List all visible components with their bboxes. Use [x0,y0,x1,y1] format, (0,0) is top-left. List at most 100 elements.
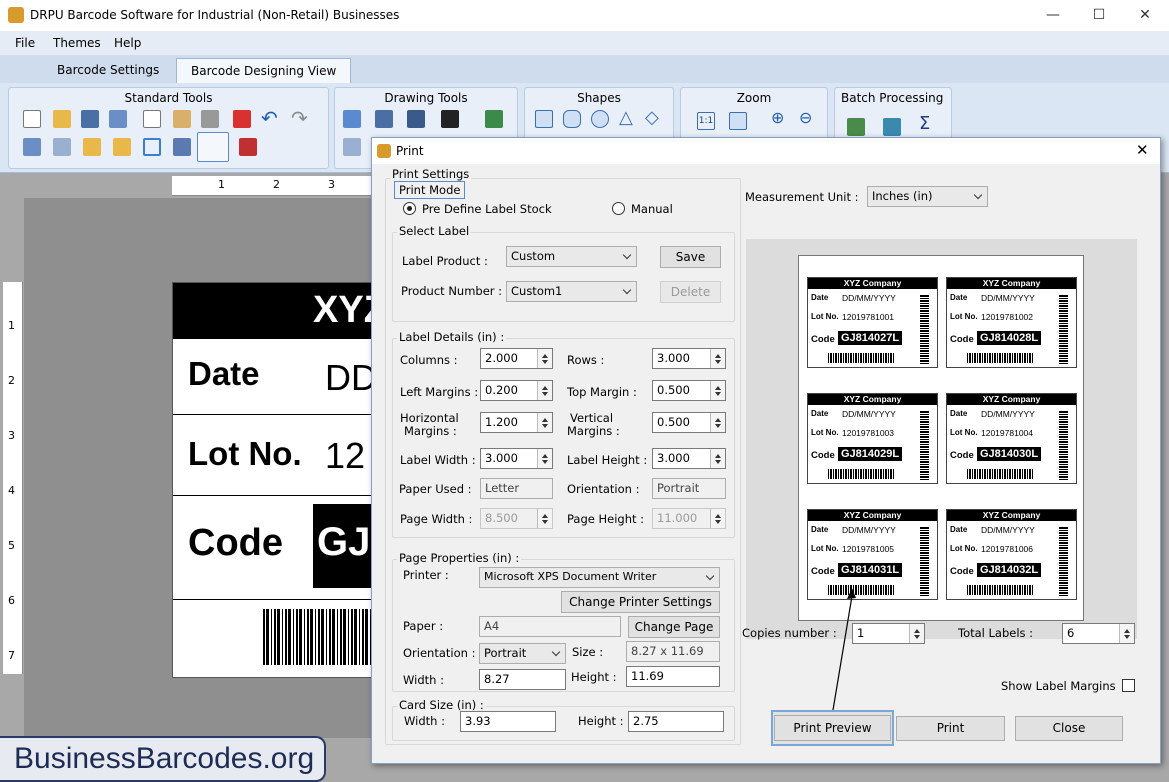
tab-barcode-settings[interactable]: Barcode Settings [43,58,173,83]
label-width-spinner[interactable] [537,449,552,468]
columns-input[interactable]: 2.000 [480,348,553,369]
dialog-close-icon[interactable]: ✕ [1136,141,1149,159]
change-page-button[interactable]: Change Page [628,616,720,638]
radio-manual[interactable] [612,202,625,215]
save-button[interactable]: Save [660,246,721,268]
save-icon[interactable] [81,110,99,128]
menu-bar: File Themes Help [0,31,1169,55]
barcode-tool-icon[interactable] [441,110,459,128]
columns-spinner[interactable] [537,349,552,368]
grid-icon[interactable] [143,138,161,156]
menu-help[interactable]: Help [114,36,141,50]
vertical-margins-input[interactable]: 0.500 [652,412,726,433]
tab-barcode-designing-view[interactable]: Barcode Designing View [176,58,352,83]
paste-icon[interactable] [173,110,191,128]
copy-icon[interactable] [143,110,161,128]
redo-icon[interactable]: ↷ [291,108,309,128]
export-icon[interactable] [239,138,257,156]
print-dialog: Print ✕ Print Settings Print Mode Pre De… [371,137,1161,764]
triangle-icon[interactable]: △ [619,109,637,128]
card-height-input[interactable]: 2.75 [628,711,724,732]
preview-page: XYZ Company Date DD/MM/YYYY Lot No. 12019781… [798,255,1084,621]
ellipse-icon[interactable] [591,110,609,128]
group-title: Zoom [736,91,772,105]
label-height-label: Label Height : [567,453,648,467]
preview-company: XYZ Company [947,394,1076,405]
delete-icon[interactable] [233,110,251,128]
rounded-rect-icon[interactable] [563,110,581,128]
card-width-input[interactable]: 3.93 [460,711,556,732]
formula-icon[interactable]: Σ [919,115,937,134]
print-icon[interactable] [197,132,229,162]
menu-themes[interactable]: Themes [53,36,101,50]
left-margins-input[interactable]: 0.200 [480,380,553,401]
text-tool-icon[interactable] [343,110,361,128]
rows-input[interactable]: 3.000 [652,348,726,369]
picture-tool-icon[interactable] [485,110,503,128]
open-icon[interactable] [53,110,71,128]
horizontal-margins-spinner[interactable] [537,413,552,432]
rectangle-icon[interactable] [535,110,553,128]
product-number-select[interactable]: Custom1 [506,281,637,302]
properties-icon[interactable] [173,138,191,156]
label-height-spinner[interactable] [710,449,725,468]
vertical-margins-spinner[interactable] [710,413,725,432]
paper-width-input[interactable]: 8.27 [479,669,566,690]
label-product-select[interactable]: Custom [506,246,637,267]
change-printer-settings-button[interactable]: Change Printer Settings [561,591,720,613]
save-as-icon[interactable] [109,110,127,128]
cut-icon[interactable] [201,110,219,128]
actual-size-icon[interactable]: 1:1 [697,112,715,130]
print-preview-button[interactable]: Print Preview [771,710,894,746]
close-button[interactable]: Close [1015,716,1123,741]
preview-company: XYZ Company [947,510,1076,521]
close-window-button[interactable]: ✕ [1122,0,1168,31]
show-label-margins-checkbox[interactable] [1122,679,1135,692]
preview-code: GJ814032L [977,563,1042,577]
unlock-icon[interactable] [113,138,131,156]
maximize-button[interactable]: ☐ [1076,0,1122,31]
radio-predefine[interactable] [403,202,416,215]
excel-import-icon[interactable] [883,118,901,136]
image-tool-icon[interactable] [407,110,425,128]
fit-window-icon[interactable] [729,112,747,130]
batch-edit-icon[interactable] [847,118,865,136]
design-label[interactable]: XYZ Date DD Lot No. 12 Code GJ [172,282,387,678]
copies-spinner[interactable] [909,624,924,643]
total-labels-input[interactable]: 6 [1062,623,1135,644]
delete-button[interactable]: Delete [660,281,721,303]
preview-company: XYZ Company [808,510,937,521]
printer-select[interactable]: Microsoft XPS Document Writer [479,567,720,588]
top-margin-input[interactable]: 0.500 [652,380,726,401]
top-margin-spinner[interactable] [710,381,725,400]
lock-icon[interactable] [83,138,101,156]
measurement-unit-select[interactable]: Inches (in) [867,186,988,207]
page-width-spinner [537,509,552,528]
rows-spinner[interactable] [710,349,725,368]
total-labels-spinner[interactable] [1119,624,1134,643]
send-back-icon[interactable] [53,138,71,156]
print-button[interactable]: Print [896,716,1005,741]
preview-date-label: Date [811,525,829,534]
menu-file[interactable]: File [15,36,35,50]
paper-height-input[interactable]: 11.69 [626,666,720,687]
preview-lot: 12019781004 [981,428,1034,438]
undo-icon[interactable]: ↶ [261,108,279,128]
radio-predefine-label: Pre Define Label Stock [422,202,552,216]
label-width-input[interactable]: 3.000 [480,448,553,469]
zoom-out-icon[interactable]: ⊖ [799,110,817,128]
label-height-input[interactable]: 3.000 [652,448,726,469]
zoom-in-icon[interactable]: ⊕ [771,110,789,128]
bring-front-icon[interactable] [23,138,41,156]
diamond-icon[interactable]: ◇ [645,109,663,128]
columns-value: 2.000 [485,351,518,365]
preview-date: DD/MM/YYYY [842,409,896,419]
horizontal-margins-input[interactable]: 1.200 [480,412,553,433]
new-icon[interactable] [23,110,41,128]
orientation-select[interactable]: Portrait [479,643,566,664]
minimize-button[interactable]: — [1030,0,1076,31]
line-tool-icon[interactable] [375,110,393,128]
copies-number-input[interactable]: 1 [852,623,925,644]
left-margins-spinner[interactable] [537,381,552,400]
star-tool-icon[interactable] [343,138,361,156]
